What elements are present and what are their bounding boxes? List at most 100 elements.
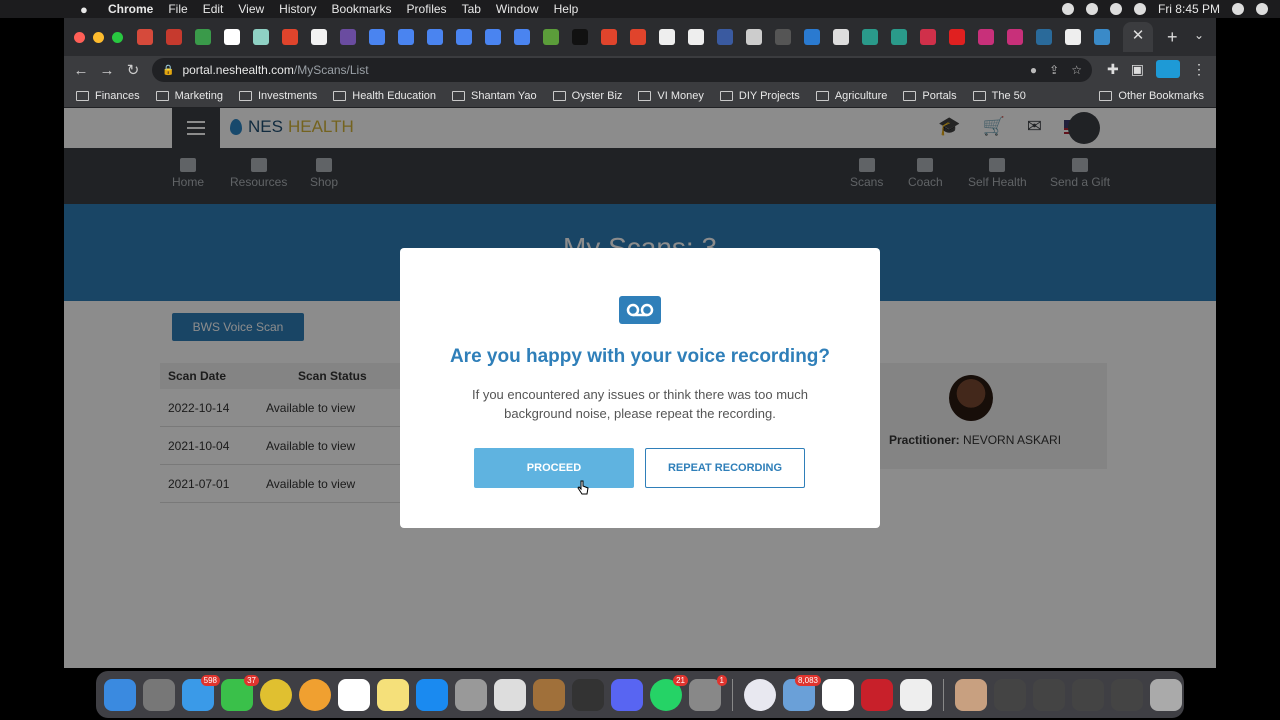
battery-icon[interactable] [1133, 3, 1146, 15]
tab-instagram-icon[interactable] [978, 29, 994, 45]
app-store-icon[interactable] [416, 678, 448, 711]
tab-site-icon[interactable] [804, 29, 820, 45]
document-thumbnail-icon[interactable] [955, 678, 987, 711]
bookmark-folder[interactable]: Investments [238, 90, 317, 102]
tab-shopify-icon[interactable] [543, 29, 559, 45]
wifi-icon[interactable] [1109, 3, 1122, 15]
messages-icon[interactable]: 598 [182, 674, 220, 711]
tab-site-icon[interactable] [746, 29, 762, 45]
screenshot-icon[interactable] [494, 678, 526, 711]
window-thumbnail-icon[interactable] [1072, 678, 1104, 711]
side-panel-icon[interactable]: ▣ [1131, 61, 1144, 78]
clock[interactable]: Fri 8:45 PM [1158, 2, 1220, 16]
tab-site-icon[interactable] [891, 29, 907, 45]
tab-instagram-icon[interactable] [1007, 29, 1023, 45]
bookmark-star-icon[interactable]: ☆ [1071, 63, 1082, 77]
tab-site-icon[interactable] [775, 29, 791, 45]
window-thumbnail-icon[interactable] [994, 678, 1026, 711]
contacts-icon[interactable] [533, 678, 565, 711]
bookmark-folder[interactable]: Oyster Biz [552, 90, 622, 102]
tab-docs-icon[interactable] [485, 29, 501, 45]
forward-icon[interactable]: → [94, 62, 120, 79]
menu-profiles[interactable]: Profiles [407, 2, 447, 16]
spotlight-icon[interactable] [1232, 3, 1244, 15]
menu-bookmarks[interactable]: Bookmarks [332, 2, 392, 16]
tab-site-icon[interactable] [717, 29, 733, 45]
menu-tab[interactable]: Tab [462, 2, 481, 16]
bookmark-folder[interactable]: Portals [903, 90, 957, 102]
extensions-icon[interactable]: ✚ [1107, 61, 1119, 78]
tab-gmail-icon[interactable] [166, 29, 182, 45]
address-bar[interactable]: 🔒 portal.neshealth.com/MyScans/List ● ⇪ … [152, 58, 1092, 82]
tab-site-icon[interactable] [282, 29, 298, 45]
bookmark-folder[interactable]: The 50 [972, 90, 1026, 102]
bluetooth-icon[interactable] [1085, 3, 1098, 15]
finder-icon[interactable] [104, 678, 136, 711]
tab-site-icon[interactable] [572, 29, 588, 45]
tab-notion-icon[interactable] [659, 29, 675, 45]
notes-icon[interactable] [377, 678, 409, 711]
calendar-icon[interactable] [338, 678, 370, 711]
tab-site-icon[interactable] [253, 29, 269, 45]
calculator-icon[interactable] [455, 678, 487, 711]
whatsapp-icon[interactable]: 21 [650, 674, 688, 711]
tab-site-icon[interactable] [1036, 29, 1052, 45]
bookmark-folder[interactable]: Finances [76, 90, 140, 102]
menu-history[interactable]: History [279, 2, 316, 16]
tab-b-icon[interactable] [224, 29, 240, 45]
control-center-icon[interactable] [1256, 3, 1268, 15]
lock-icon[interactable]: 🔒 [162, 65, 174, 76]
bookmark-folder[interactable]: Marketing [155, 90, 223, 102]
bookmark-folder[interactable]: Agriculture [815, 90, 887, 102]
tab-nes-icon[interactable] [1094, 29, 1110, 45]
bookmark-folder[interactable]: DIY Projects [719, 90, 800, 102]
tab-drive-icon[interactable] [195, 29, 211, 45]
repeat-recording-button[interactable]: REPEAT RECORDING [645, 448, 805, 488]
menu-file[interactable]: File [168, 2, 187, 16]
profile-extension-icon[interactable] [1156, 60, 1180, 78]
bookmark-folder[interactable]: VI Money [638, 90, 704, 102]
tab-docs-icon[interactable] [369, 29, 385, 45]
menu-app-name[interactable]: Chrome [108, 2, 153, 16]
tab-site-icon[interactable] [630, 29, 646, 45]
photo-booth-icon[interactable] [572, 678, 604, 711]
photos-icon[interactable] [299, 678, 331, 711]
tab-site-icon[interactable] [833, 29, 849, 45]
tab-gmail-icon[interactable] [137, 29, 153, 45]
minimize-window-icon[interactable] [93, 31, 104, 43]
system-preferences-icon[interactable]: 1 [689, 674, 727, 711]
tab-search-chevron-icon[interactable]: ⌄ [1194, 28, 1204, 42]
menu-view[interactable]: View [238, 2, 264, 16]
apple-icon[interactable]: ● [80, 2, 100, 17]
tab-drive-icon[interactable] [311, 29, 327, 45]
active-tab-close-icon[interactable]: ✕ [1123, 22, 1153, 52]
window-thumbnail-icon[interactable] [1111, 678, 1143, 711]
tab-docs-icon[interactable] [514, 29, 530, 45]
menu-window[interactable]: Window [496, 2, 539, 16]
tab-docs-icon[interactable] [456, 29, 472, 45]
other-bookmarks[interactable]: Other Bookmarks [1099, 84, 1204, 108]
chrome-menu-icon[interactable]: ⋮ [1192, 61, 1206, 78]
new-tab-icon[interactable]: + [1167, 27, 1178, 48]
reload-icon[interactable]: ↻ [120, 61, 146, 79]
back-icon[interactable]: ← [68, 62, 94, 79]
chrome-icon[interactable] [260, 678, 292, 711]
tab-site-icon[interactable] [862, 29, 878, 45]
launchpad-icon[interactable] [143, 678, 175, 711]
acrobat-icon[interactable] [861, 678, 893, 711]
tab-docs-icon[interactable] [398, 29, 414, 45]
close-window-icon[interactable] [74, 31, 85, 43]
trash-icon[interactable] [1150, 678, 1182, 711]
tab-site-icon[interactable] [920, 29, 936, 45]
proceed-button[interactable]: PROCEED [474, 448, 634, 488]
tab-site-icon[interactable] [601, 29, 617, 45]
tab-site-icon[interactable] [688, 29, 704, 45]
slack-icon[interactable] [822, 678, 854, 711]
share-icon[interactable]: ⇪ [1049, 63, 1059, 77]
microphone-icon[interactable]: ● [1030, 63, 1037, 77]
bookmark-folder[interactable]: Health Education [333, 90, 436, 102]
discord-icon[interactable] [611, 678, 643, 711]
record-icon[interactable] [1061, 3, 1074, 15]
zoom-window-icon[interactable] [112, 31, 123, 43]
tab-site-icon[interactable] [340, 29, 356, 45]
